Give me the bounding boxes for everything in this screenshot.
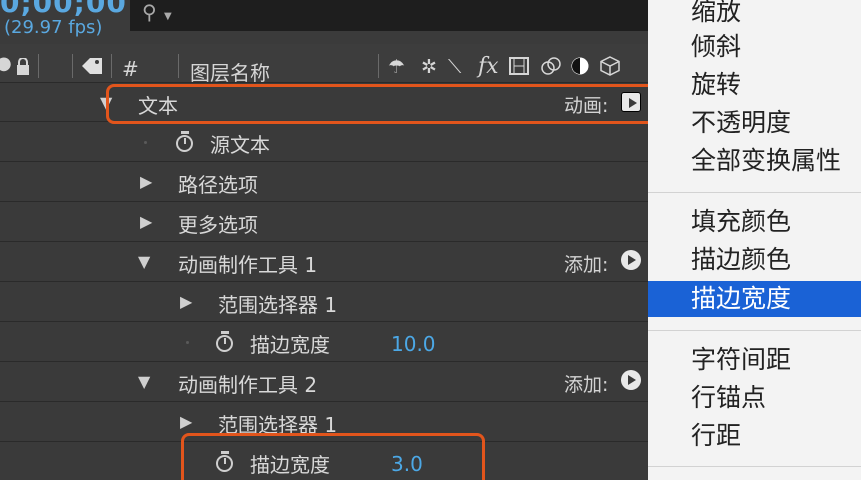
add-menu-button[interactable] xyxy=(621,370,641,390)
quality-icon[interactable]: ⟍ xyxy=(448,56,461,78)
property-label: 描边宽度 xyxy=(250,333,330,357)
stroke-width-row-1[interactable]: 描边宽度 10.0 xyxy=(0,321,648,361)
add-label: 添加: xyxy=(564,254,609,276)
chevron-down-icon: ▼ xyxy=(164,11,172,22)
column-divider[interactable] xyxy=(72,54,73,78)
timeline-panel: 0;00;00 (29.97 fps) ⚲ ▼ ● # 图层名称 ☂ ✲ ⟍ f… xyxy=(0,0,648,480)
highlight-box-stroke-width xyxy=(181,433,485,480)
property-row-source-text[interactable]: 源文本 xyxy=(0,121,648,161)
property-row-more-options[interactable]: ▶ 更多选项 xyxy=(0,201,648,241)
solo-icon[interactable]: ● xyxy=(0,53,12,74)
menu-item-tracking[interactable]: 字符间距 xyxy=(648,342,861,378)
3d-icon[interactable] xyxy=(599,55,621,77)
range-selector-row-1[interactable]: ▶ 范围选择器 1 xyxy=(0,281,648,321)
animator-row-2[interactable]: ▼ 动画制作工具 2 添加: xyxy=(0,361,648,401)
menu-item-scale[interactable]: 缩放 xyxy=(648,0,861,30)
menu-item-rotation[interactable]: 旋转 xyxy=(648,67,861,103)
stopwatch-icon[interactable] xyxy=(176,131,193,152)
menu-item-opacity[interactable]: 不透明度 xyxy=(648,105,861,141)
frame-rate-label: (29.97 fps) xyxy=(4,17,103,38)
property-label: 更多选项 xyxy=(178,213,258,237)
menu-separator xyxy=(648,330,861,331)
layer-search-input[interactable]: ⚲ ▼ xyxy=(130,0,648,31)
label-icon[interactable] xyxy=(80,56,104,76)
column-divider[interactable] xyxy=(111,54,112,78)
column-divider[interactable] xyxy=(178,54,179,78)
expand-triangle-icon[interactable]: ▼ xyxy=(138,252,150,271)
collapse-icon[interactable]: ✲ xyxy=(421,56,437,78)
menu-item-line-anchor[interactable]: 行锚点 xyxy=(648,380,861,416)
menu-separator xyxy=(648,192,861,193)
menu-item-stroke-width[interactable]: 描边宽度 xyxy=(648,281,861,317)
frame-blend-icon[interactable] xyxy=(509,57,529,75)
column-divider[interactable] xyxy=(378,54,379,78)
property-label: 路径选项 xyxy=(178,173,258,197)
property-label: 源文本 xyxy=(210,133,270,157)
collapsed-triangle-icon[interactable]: ▶ xyxy=(180,292,192,311)
menu-item-skew[interactable]: 倾斜 xyxy=(648,29,861,65)
menu-item-all-transform[interactable]: 全部变换属性 xyxy=(648,143,861,179)
add-menu-button[interactable] xyxy=(621,250,641,270)
highlight-box-animate-row xyxy=(106,84,648,124)
add-label: 添加: xyxy=(564,374,609,396)
animator-label: 动画制作工具 2 xyxy=(178,373,318,397)
property-label: 范围选择器 1 xyxy=(218,293,338,317)
property-row-path-options[interactable]: ▶ 路径选项 xyxy=(0,161,648,201)
shy-icon[interactable]: ☂ xyxy=(388,56,405,78)
fx-icon[interactable]: fx xyxy=(478,54,499,79)
motion-blur-icon[interactable] xyxy=(540,56,562,76)
menu-item-fill-color[interactable]: 填充颜色 xyxy=(648,204,861,240)
bullet-dot xyxy=(144,141,147,144)
menu-separator xyxy=(648,466,861,467)
menu-item-line-spacing[interactable]: 行距 xyxy=(648,418,861,454)
column-number[interactable]: # xyxy=(122,57,139,81)
collapsed-triangle-icon[interactable]: ▶ xyxy=(140,172,152,191)
expand-triangle-icon[interactable]: ▼ xyxy=(138,372,150,391)
stroke-width-value[interactable]: 10.0 xyxy=(391,332,436,356)
animator-row-1[interactable]: ▼ 动画制作工具 1 添加: xyxy=(0,241,648,281)
collapsed-triangle-icon[interactable]: ▶ xyxy=(180,412,192,431)
animate-context-menu: 缩放 倾斜 旋转 不透明度 全部变换属性 填充颜色 描边颜色 描边宽度 字符间距… xyxy=(648,0,861,480)
animator-label: 动画制作工具 1 xyxy=(178,253,318,277)
adjustment-icon[interactable] xyxy=(570,56,590,76)
column-divider[interactable] xyxy=(38,54,39,78)
collapsed-triangle-icon[interactable]: ▶ xyxy=(140,212,152,231)
menu-item-stroke-color[interactable]: 描边颜色 xyxy=(648,242,861,278)
stopwatch-icon[interactable] xyxy=(216,331,233,352)
lock-icon[interactable] xyxy=(16,58,30,76)
search-icon: ⚲ xyxy=(142,0,157,24)
timeline-topbar: 0;00;00 (29.97 fps) ⚲ ▼ xyxy=(0,0,648,44)
bullet-dot xyxy=(186,341,189,344)
